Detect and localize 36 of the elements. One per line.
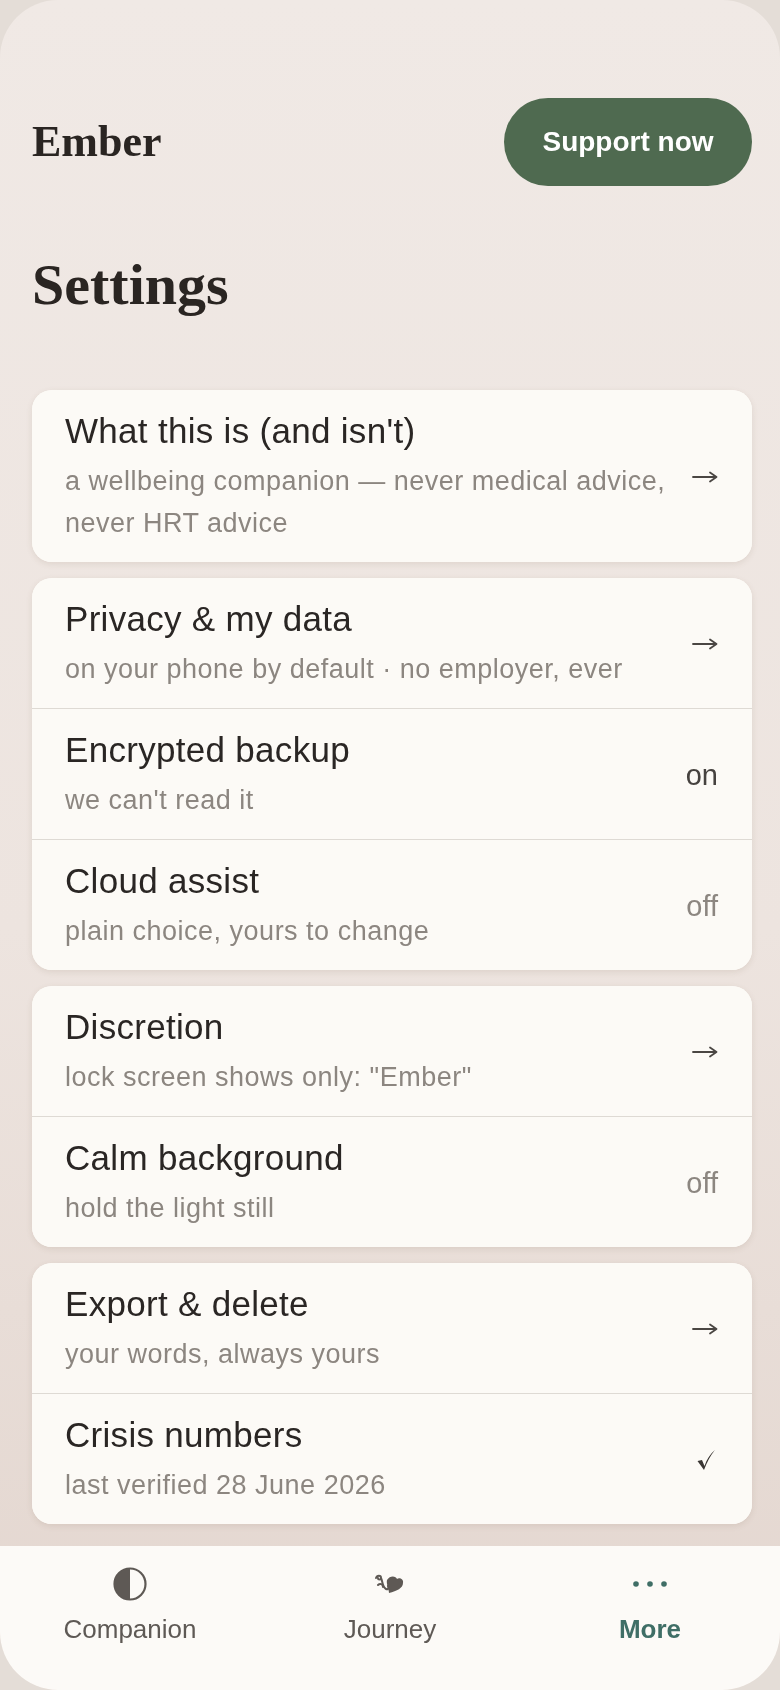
row-subtitle: lock screen shows only: "Ember" <box>65 1061 472 1094</box>
settings-row[interactable]: Privacy & my data on your phone by default · no employer, ever <box>32 578 752 708</box>
row-title: Export & delete <box>65 1283 309 1325</box>
toggle-status[interactable]: on <box>685 757 718 793</box>
row-title: Crisis numbers <box>65 1414 303 1456</box>
row-subtitle: we can't read it <box>65 784 254 817</box>
row-subtitle: your words, always yours <box>65 1338 381 1371</box>
arrow-icon <box>692 1046 718 1058</box>
brand-name: Ember <box>32 117 162 167</box>
settings-row[interactable]: Discretion lock screen shows only: "Ember" <box>32 986 752 1116</box>
arrow-icon <box>692 471 718 483</box>
row-title: Encrypted backup <box>65 729 350 771</box>
row-title: Cloud assist <box>65 860 260 902</box>
row-title: Privacy & my data <box>65 598 353 640</box>
row-title: Discretion <box>65 1006 224 1048</box>
settings-row[interactable]: Export & delete your words, always yours <box>32 1263 752 1393</box>
settings-row[interactable]: What this is (and isn't) a wellbeing companion — never medical advice, never HRT advice <box>32 390 752 562</box>
page-title: Settings <box>32 251 229 319</box>
settings-row[interactable]: Cloud assist plain choice, yours to change off <box>32 839 752 970</box>
settings-row[interactable]: Crisis numbers last verified 28 June 2026 <box>32 1393 752 1524</box>
half-circle-icon <box>113 1567 147 1601</box>
more-icon <box>633 1581 667 1587</box>
arrow-icon <box>692 1323 718 1335</box>
check-icon <box>696 1449 716 1471</box>
leaf-icon <box>374 1574 406 1594</box>
row-subtitle: last verified 28 June 2026 <box>65 1469 386 1502</box>
settings-row[interactable]: Calm background hold the light still off <box>32 1116 752 1247</box>
settings-row[interactable]: Encrypted backup we can't read it on <box>32 708 752 839</box>
row-title: What this is (and isn't) <box>65 410 416 452</box>
row-subtitle: hold the light still <box>65 1192 275 1225</box>
support-button[interactable]: Support now <box>504 98 752 186</box>
row-subtitle: on your phone by default · no employer, ever <box>65 653 623 686</box>
row-subtitle: a wellbeing companion — never medical advice, never HRT advice <box>65 465 667 540</box>
arrow-icon <box>692 638 718 650</box>
row-subtitle: plain choice, yours to change <box>65 915 430 948</box>
row-title: Calm background <box>65 1137 344 1179</box>
